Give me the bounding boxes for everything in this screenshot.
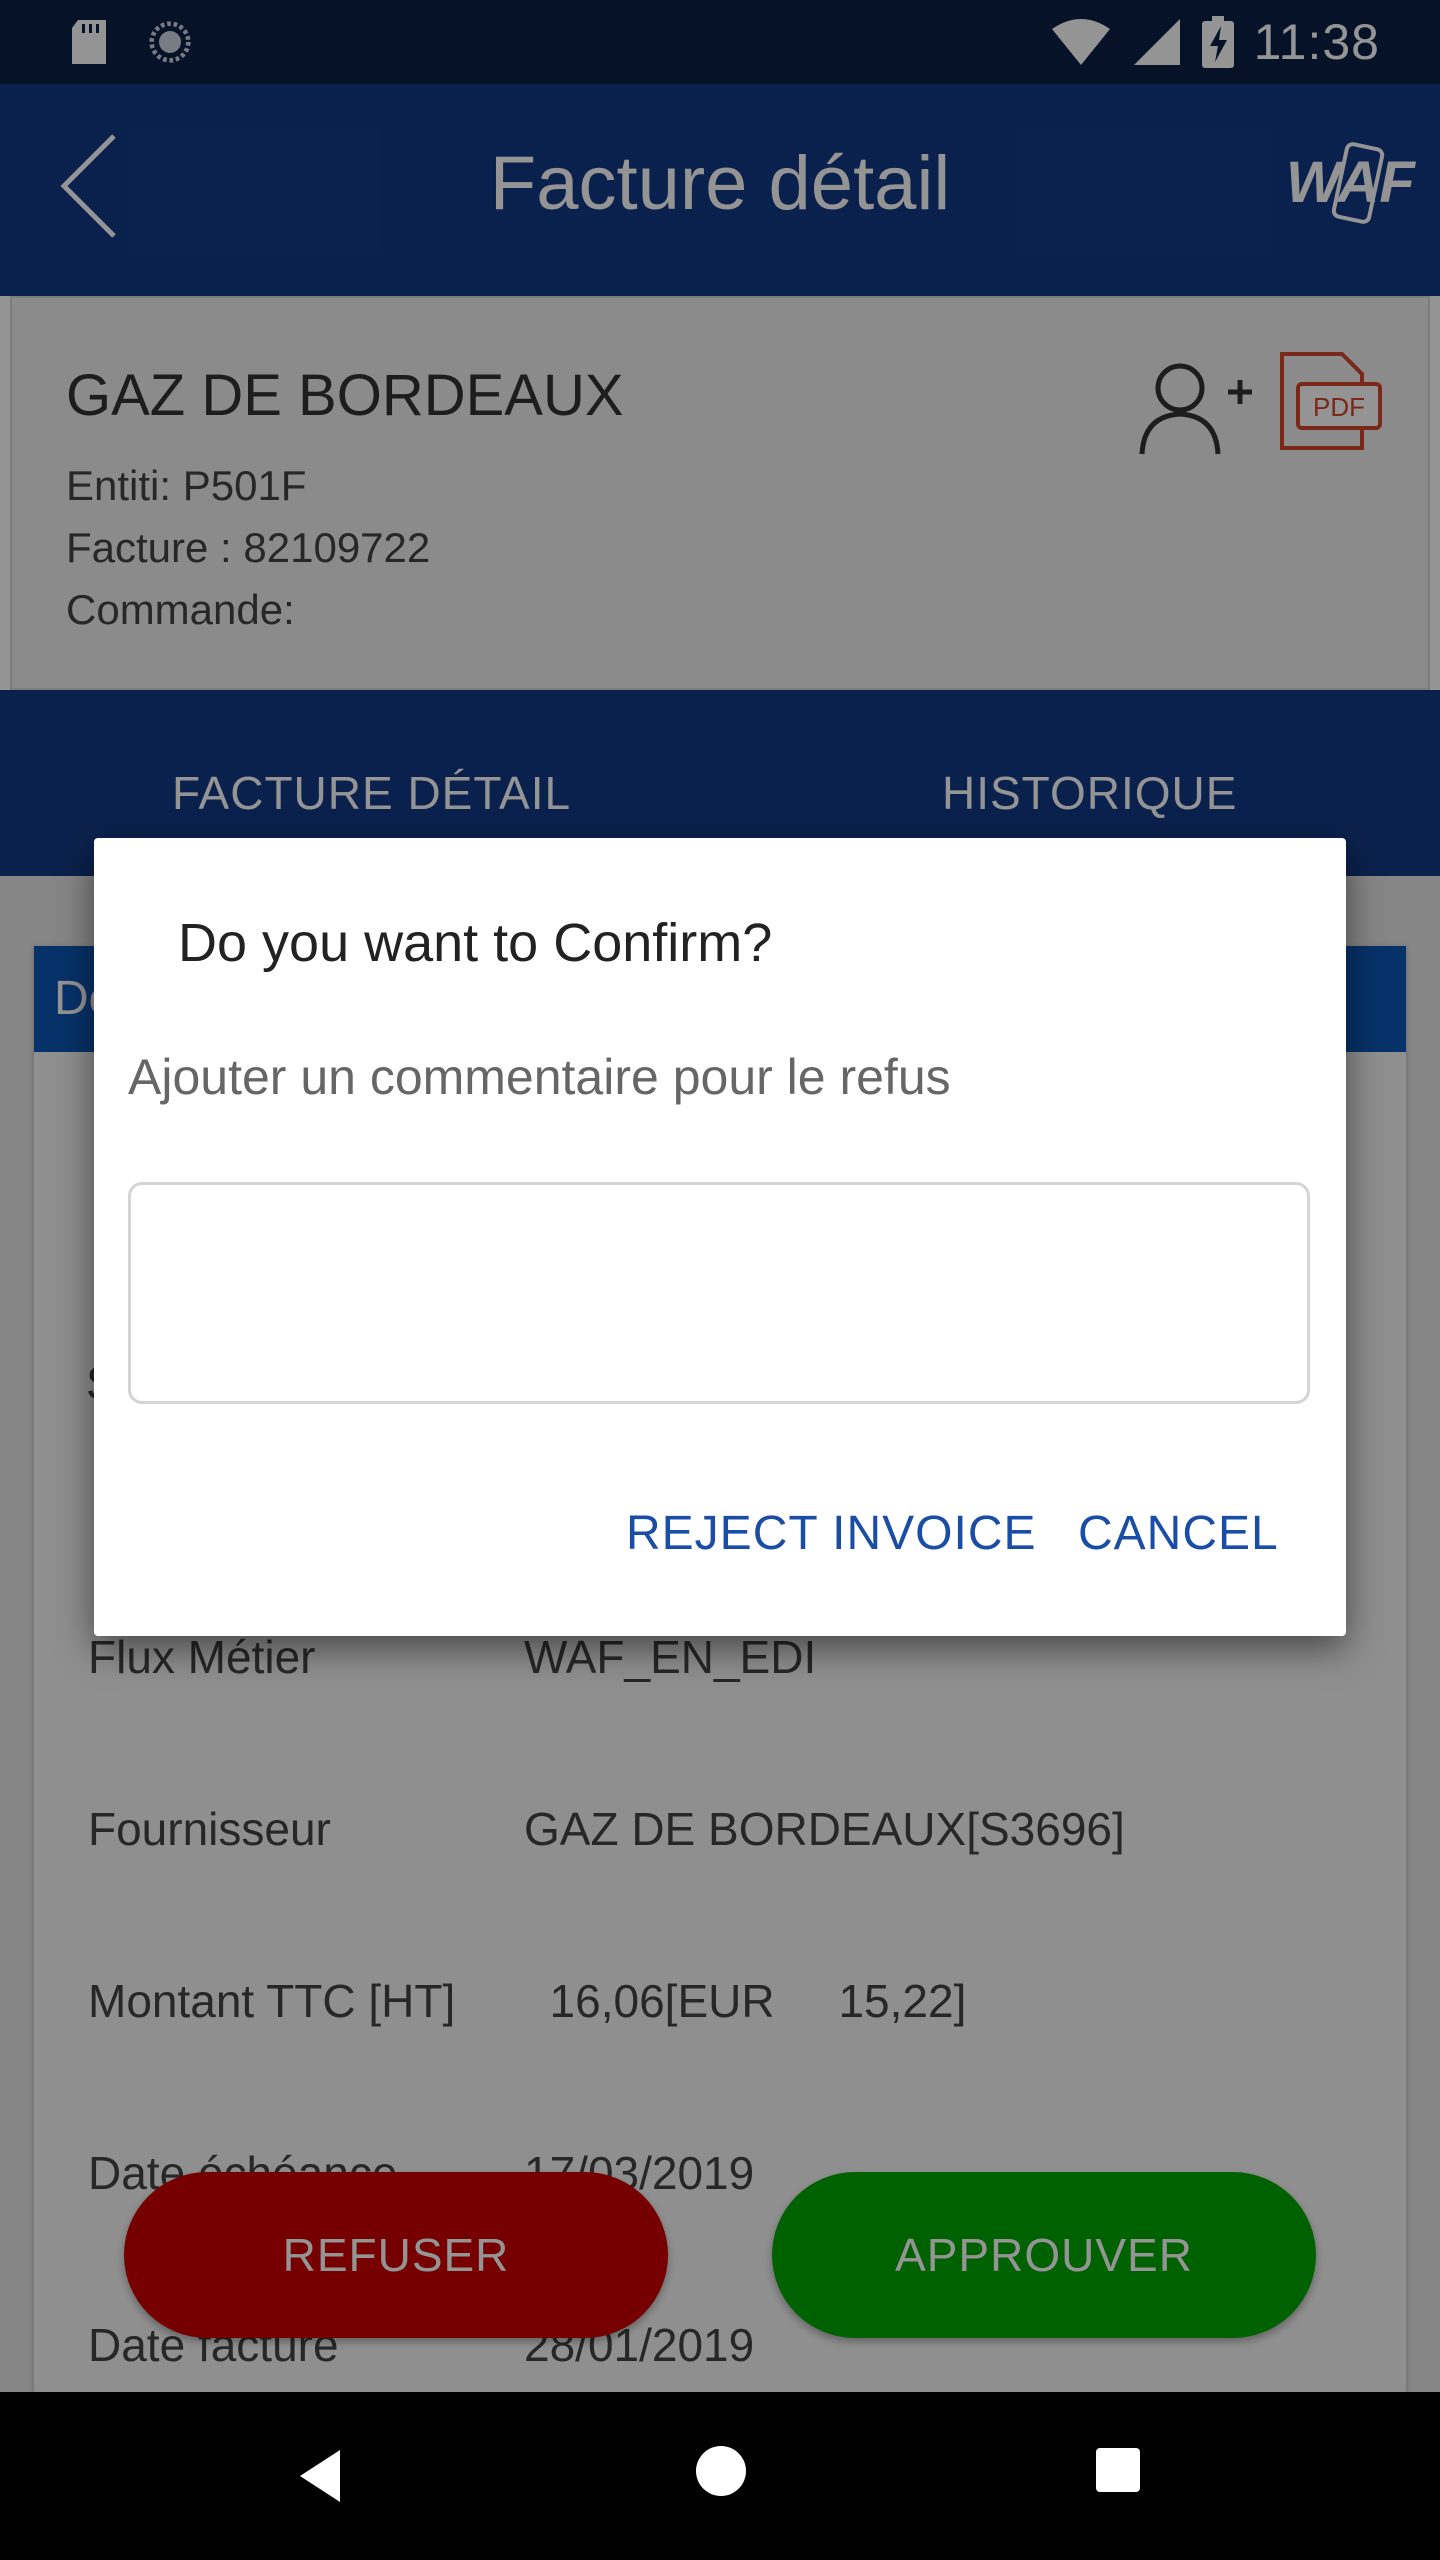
dialog-message: Ajouter un commentaire pour le refus: [128, 1049, 951, 1105]
comment-input[interactable]: [128, 1182, 1310, 1404]
dialog-title: Do you want to Confirm?: [178, 913, 773, 973]
cancel-button[interactable]: CANCEL: [1078, 1506, 1279, 1561]
nav-recents-icon[interactable]: [1096, 2448, 1140, 2492]
confirm-dialog: Do you want to Confirm? Ajouter un comme…: [94, 838, 1346, 1636]
nav-back-icon[interactable]: [296, 2446, 344, 2506]
reject-invoice-button[interactable]: REJECT INVOICE: [626, 1506, 1037, 1561]
nav-home-icon[interactable]: [696, 2446, 746, 2496]
system-nav-bar: [0, 2392, 1440, 2560]
